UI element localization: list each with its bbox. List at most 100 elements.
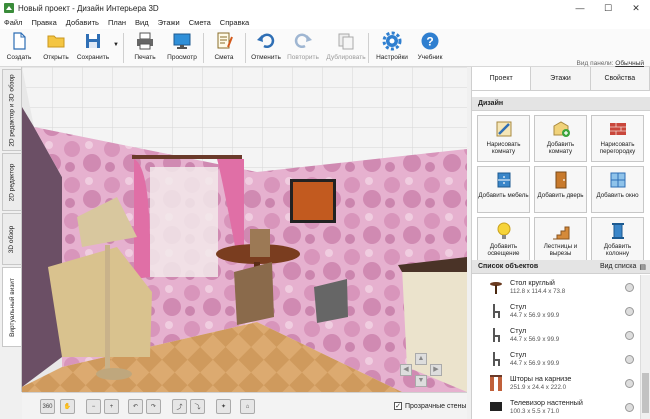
new-button[interactable]: Создать: [0, 31, 38, 61]
pencil-ruler-icon: [496, 121, 511, 137]
hand-icon[interactable]: ✋: [60, 399, 75, 414]
curtain-thumb-icon: [490, 375, 502, 391]
chair-back: [250, 229, 270, 257]
bulb-icon: [497, 222, 510, 239]
tab-2d-3d[interactable]: 2D редактор и 3D обзор: [2, 69, 21, 151]
visibility-icon[interactable]: [625, 283, 634, 292]
estimate-pencil-icon: [217, 32, 233, 49]
list-item[interactable]: Стол круглый 112.8 x 114.4 x 73.8: [472, 275, 640, 299]
objects-header: Список объектов Вид списка ▤: [472, 260, 650, 274]
add-lighting-button[interactable]: Добавить освещение: [477, 217, 530, 264]
estimate-button[interactable]: Смета: [205, 31, 243, 61]
preview-button[interactable]: Просмотр: [163, 31, 201, 61]
rotate-right-icon[interactable]: ↷: [146, 399, 161, 414]
tab-project[interactable]: Проект: [472, 67, 532, 90]
add-column-button[interactable]: Добавить колонну: [591, 217, 644, 264]
scrollbar-thumb[interactable]: [642, 373, 649, 413]
list-item[interactable]: Телевизор настенный 100.3 x 5.5 x 71.0: [472, 395, 640, 419]
visibility-icon[interactable]: [625, 403, 634, 412]
table-thumb-icon: [490, 282, 502, 294]
duplicate-button[interactable]: Дублировать: [326, 31, 366, 61]
open-button[interactable]: Открыть: [37, 31, 75, 61]
window-icon: [610, 172, 625, 188]
tilt-down-icon[interactable]: ⤵: [190, 399, 205, 414]
transparent-walls-checkbox[interactable]: ✓: [394, 402, 402, 410]
add-door-button[interactable]: Добавить дверь: [534, 166, 587, 213]
menu-view[interactable]: Вид: [135, 18, 149, 27]
save-button[interactable]: Сохранить: [74, 31, 112, 61]
stairs-icon: [552, 226, 569, 240]
toolbar-separator: [123, 33, 124, 63]
menu-file[interactable]: Файл: [4, 18, 22, 27]
printer-icon: [137, 32, 153, 50]
visibility-icon[interactable]: [625, 355, 634, 364]
view-360-button[interactable]: 360: [40, 399, 55, 414]
menu-add[interactable]: Добавить: [66, 18, 99, 27]
list-item[interactable]: Стул 44.7 x 56.9 x 99.9: [472, 299, 640, 323]
stairs-button[interactable]: Лестницы и вырезы: [534, 217, 587, 264]
tutorial-button[interactable]: ? Учебник: [411, 31, 449, 61]
chair-thumb-icon: [493, 328, 500, 342]
tv-thumb-icon: [490, 402, 502, 411]
objects-scrollbar[interactable]: [640, 275, 650, 419]
menu-edit[interactable]: Правка: [31, 18, 56, 27]
tab-2d[interactable]: 2D редактор: [2, 153, 21, 211]
list-item[interactable]: Шторы на карнизе 251.9 x 24.4 x 222.0: [472, 371, 640, 395]
toolbar-separator: [245, 33, 246, 63]
home-icon[interactable]: ⌂: [240, 399, 255, 414]
tab-floors[interactable]: Этажи: [531, 67, 591, 90]
maximize-button[interactable]: ☐: [594, 0, 622, 16]
undo-button[interactable]: Отменить: [247, 31, 285, 61]
save-dropdown-icon[interactable]: ▼: [113, 42, 119, 48]
add-window-button[interactable]: Добавить окно: [591, 166, 644, 213]
draw-room-button[interactable]: Нарисовать комнату: [477, 115, 530, 162]
visibility-icon[interactable]: [625, 307, 634, 316]
room-scene: [22, 67, 467, 392]
print-button[interactable]: Печать: [126, 31, 164, 61]
arrow-down-icon[interactable]: ▼: [415, 375, 427, 387]
toolbar-separator: [203, 33, 204, 63]
redo-icon: [294, 33, 312, 48]
right-panel: Проект Этажи Свойства Дизайн Нарисовать …: [471, 67, 650, 419]
svg-text:?: ?: [426, 35, 433, 49]
visibility-icon[interactable]: [625, 379, 634, 388]
brick-wall-icon: [609, 123, 626, 135]
add-room-button[interactable]: Добавить комнату: [534, 115, 587, 162]
arrow-up-icon[interactable]: ▲: [415, 353, 427, 365]
menu-estimate[interactable]: Смета: [189, 18, 211, 27]
arrow-left-icon[interactable]: ◀: [400, 364, 412, 376]
add-furniture-button[interactable]: Добавить мебель: [477, 166, 530, 213]
undo-icon: [257, 33, 275, 48]
tab-virtual-visit[interactable]: Виртуальный визит: [2, 267, 21, 347]
list-item[interactable]: Стул 44.7 x 56.9 x 99.9: [472, 323, 640, 347]
menu-plan[interactable]: План: [108, 18, 126, 27]
minimize-button[interactable]: —: [566, 0, 594, 16]
transparent-walls-toggle[interactable]: ✓ Прозрачные стены: [394, 402, 466, 410]
tab-properties[interactable]: Свойства: [590, 67, 650, 90]
navigation-pad[interactable]: ▲ ◀ ▶ ▼: [400, 353, 442, 387]
zoom-out-icon[interactable]: −: [86, 399, 101, 414]
view-list-control[interactable]: Вид списка ▤: [600, 263, 650, 271]
panel-view-value[interactable]: Обычный: [615, 60, 644, 67]
menu-floors[interactable]: Этажи: [158, 18, 180, 27]
light-icon[interactable]: ✦: [216, 399, 231, 414]
title-bar: Новый проект - Дизайн Интерьера 3D — ☐ ✕: [0, 0, 650, 16]
tilt-up-icon[interactable]: ⤴: [172, 399, 187, 414]
lamp-base: [96, 368, 132, 380]
folder-icon: [47, 35, 65, 48]
chair-front: [234, 262, 274, 325]
draw-partition-button[interactable]: Нарисовать перегородку: [591, 115, 644, 162]
rotate-left-icon[interactable]: ↶: [128, 399, 143, 414]
redo-button[interactable]: Повторить: [284, 31, 322, 61]
3d-viewport[interactable]: ▲ ◀ ▶ ▼: [22, 67, 467, 392]
column-icon: [611, 223, 624, 239]
list-item[interactable]: Стул 44.7 x 56.9 x 99.9: [472, 347, 640, 371]
tab-3d[interactable]: 3D обзор: [2, 213, 21, 265]
arrow-right-icon[interactable]: ▶: [430, 364, 442, 376]
visibility-icon[interactable]: [625, 331, 634, 340]
panel-view-control[interactable]: Вид панели: Обычный: [577, 60, 644, 67]
zoom-in-icon[interactable]: +: [104, 399, 119, 414]
menu-help[interactable]: Справка: [220, 18, 249, 27]
settings-button[interactable]: Настройки: [373, 31, 411, 61]
close-button[interactable]: ✕: [622, 0, 650, 16]
